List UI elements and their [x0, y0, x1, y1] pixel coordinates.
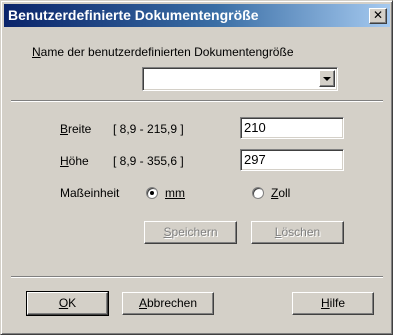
chevron-down-icon — [323, 77, 331, 81]
unit-zoll-radio[interactable] — [252, 187, 264, 199]
ok-button[interactable]: OK — [26, 291, 109, 316]
close-icon: ✕ — [372, 8, 384, 22]
document-size-name-input[interactable] — [146, 70, 321, 85]
height-input[interactable] — [244, 152, 336, 167]
width-label: Breite — [60, 122, 92, 136]
close-button[interactable]: ✕ — [369, 8, 387, 24]
height-field[interactable] — [240, 149, 344, 171]
dropdown-button[interactable] — [319, 70, 335, 87]
help-button[interactable]: Hilfe — [292, 292, 374, 315]
height-range: [ 8,9 - 355,6 ] — [113, 154, 184, 168]
height-label: Höhe — [60, 154, 89, 168]
document-size-name-dropdown[interactable] — [142, 67, 338, 91]
dialog-title: Benutzerdefinierte Dokumentengröße — [8, 7, 259, 23]
width-input[interactable] — [244, 120, 336, 135]
unit-mm-label[interactable]: mm — [165, 186, 185, 200]
separator — [11, 100, 383, 102]
cancel-button[interactable]: Abbrechen — [122, 292, 214, 315]
title-bar[interactable]: Benutzerdefinierte Dokumentengröße ✕ — [4, 4, 390, 27]
width-field[interactable] — [240, 117, 344, 139]
separator — [11, 276, 383, 278]
delete-button[interactable]: Löschen — [251, 221, 344, 244]
unit-label: Maßeinheit — [60, 186, 120, 200]
radio-selected-dot — [150, 191, 154, 195]
width-range: [ 8,9 - 215,9 ] — [113, 122, 184, 136]
name-label: Name der benutzerdefinierten Dokumenteng… — [32, 45, 294, 59]
save-button[interactable]: Speichern — [144, 221, 237, 244]
unit-mm-radio[interactable] — [146, 187, 158, 199]
unit-zoll-label[interactable]: Zoll — [271, 186, 290, 200]
dialog-window: Benutzerdefinierte Dokumentengröße ✕ Nam… — [0, 0, 393, 335]
